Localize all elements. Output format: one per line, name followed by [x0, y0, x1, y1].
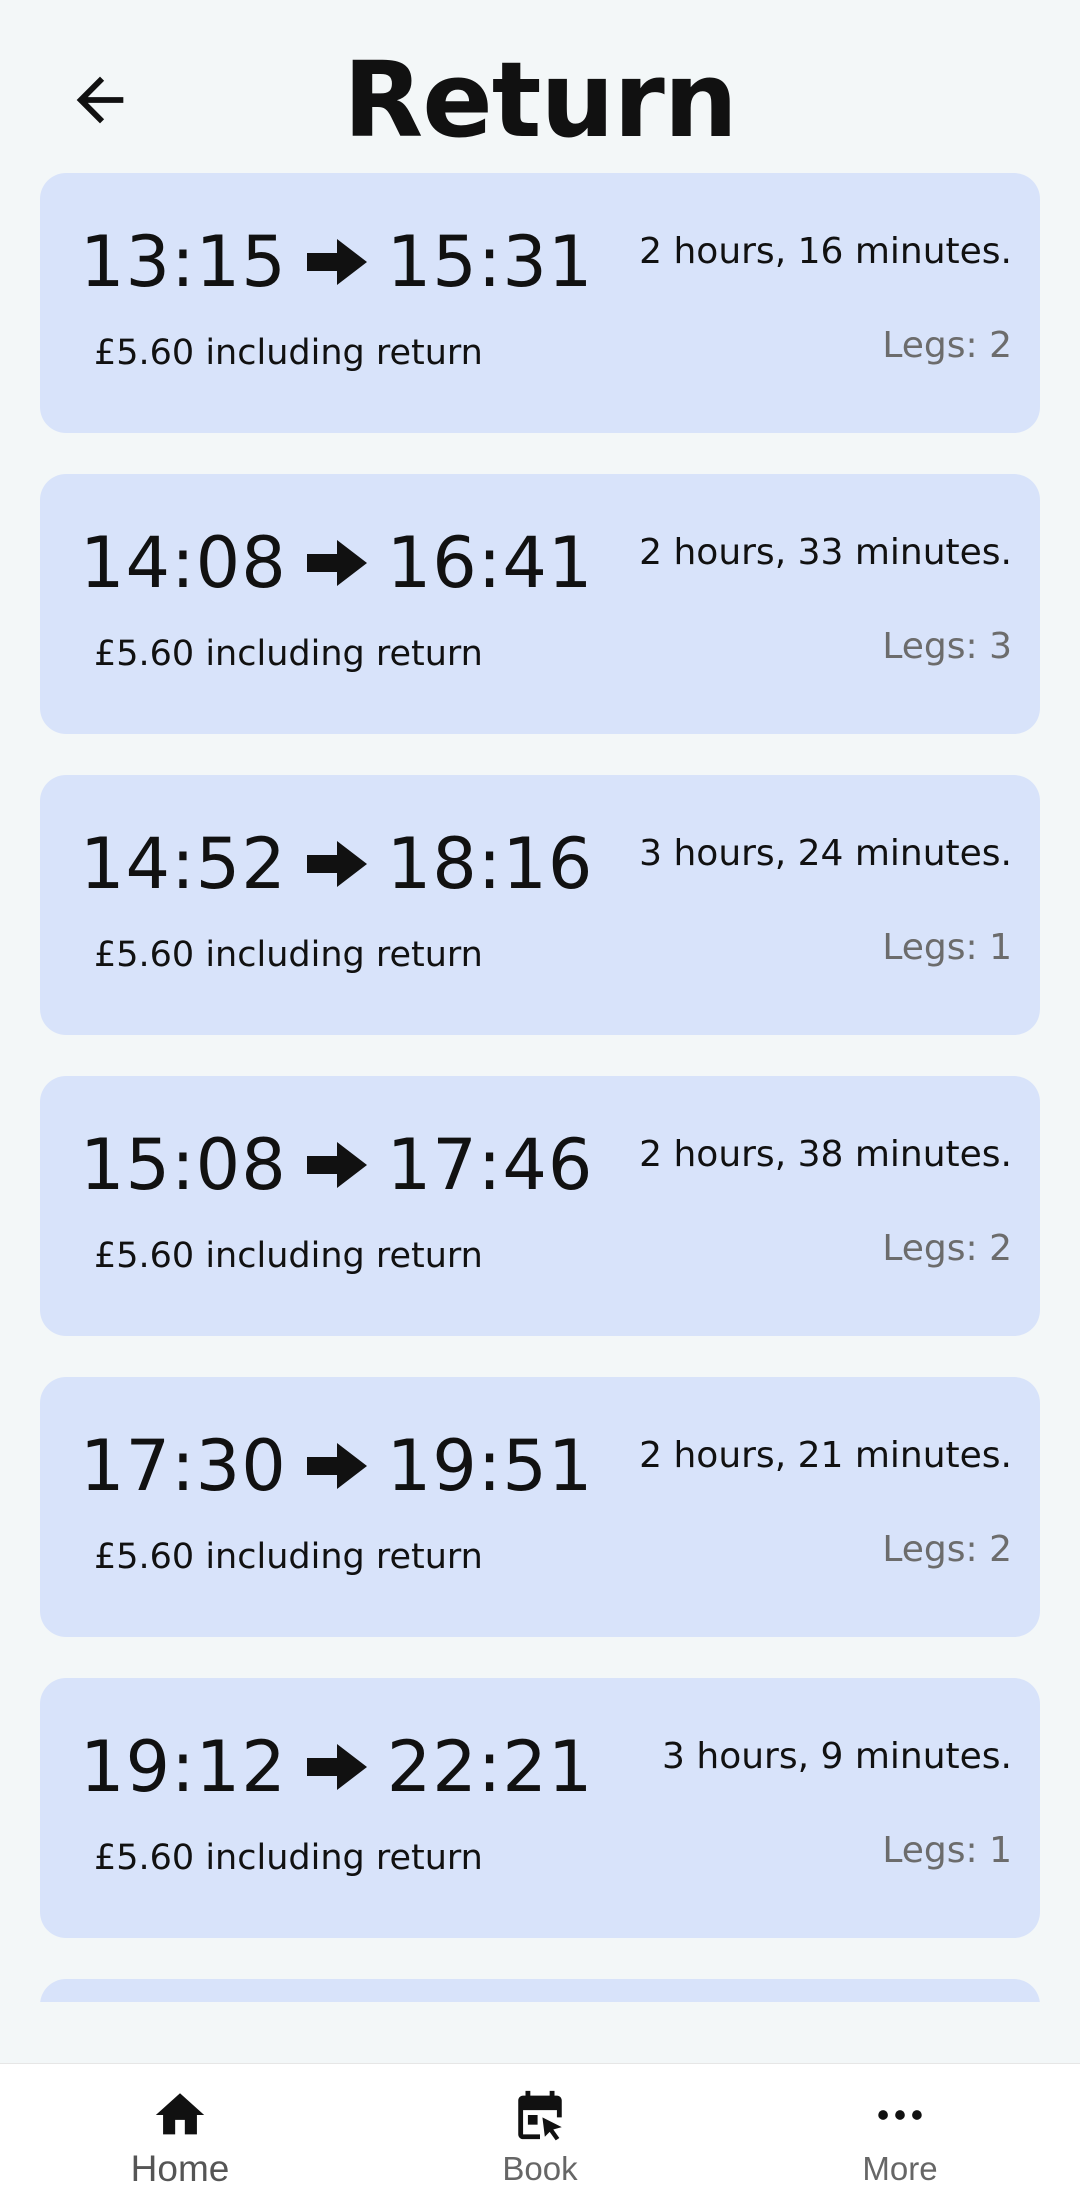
- arrow-right-icon: [306, 540, 367, 586]
- depart-time: 19:12: [80, 1726, 287, 1808]
- journey-price: £5.60 including return: [94, 634, 483, 674]
- nav-home-label: Home: [130, 2148, 230, 2189]
- home-icon: [155, 2093, 205, 2135]
- bottom-navigation: Home Book More: [0, 2063, 1080, 2210]
- arrow-right-icon: [306, 239, 367, 285]
- journey-price: £5.60 including return: [94, 935, 483, 975]
- nav-home[interactable]: Home: [0, 2064, 360, 2210]
- journey-times: 13:15 15:31: [80, 221, 593, 303]
- arrive-time: 18:16: [386, 823, 594, 905]
- journey-duration: 3 hours, 24 minutes.: [639, 833, 1012, 874]
- journey-times: 17:30 19:51: [80, 1425, 593, 1507]
- depart-time: 13:15: [80, 221, 287, 303]
- arrow-right-icon: [306, 1443, 367, 1489]
- depart-time: 17:30: [80, 1425, 287, 1507]
- depart-time: 15:08: [80, 1124, 287, 1206]
- journey-list[interactable]: 13:15 15:31 2 hours, 16 minutes. £5.60 i…: [0, 170, 1080, 2002]
- journey-card[interactable]: 17:30 19:51 2 hours, 21 minutes. £5.60 i…: [40, 1377, 1040, 1637]
- journey-duration: 2 hours, 38 minutes.: [639, 1134, 1012, 1175]
- page-title: Return: [343, 39, 738, 161]
- journey-times: 15:08 17:46: [80, 1124, 593, 1206]
- arrow-right-icon: [306, 1744, 367, 1790]
- journey-card[interactable]: 19:12 22:21 3 hours, 9 minutes. £5.60 in…: [40, 1678, 1040, 1938]
- journey-legs: Legs: 2: [882, 1529, 1012, 1570]
- journey-times: 14:08 16:41: [80, 522, 593, 604]
- nav-book[interactable]: Book: [360, 2064, 720, 2210]
- journey-legs: Legs: 3: [882, 626, 1012, 667]
- nav-more[interactable]: More: [720, 2064, 1080, 2210]
- journey-card[interactable]: 15:08 17:46 2 hours, 38 minutes. £5.60 i…: [40, 1076, 1040, 1336]
- journey-legs: Legs: 1: [882, 1830, 1012, 1871]
- depart-time: 14:08: [80, 522, 287, 604]
- journey-duration: 2 hours, 21 minutes.: [639, 1435, 1012, 1476]
- journey-legs: Legs: 1: [882, 927, 1012, 968]
- arrive-time: 16:41: [386, 522, 594, 604]
- depart-time: 14:52: [80, 823, 287, 905]
- nav-book-label: Book: [502, 2150, 578, 2187]
- journey-duration: 2 hours, 33 minutes.: [639, 532, 1012, 573]
- more-dots-icon: [878, 2110, 922, 2120]
- journey-times: 14:52 18:16: [80, 823, 593, 905]
- journey-price: £5.60 including return: [94, 1537, 483, 1577]
- journey-card[interactable]: 14:08 16:41 2 hours, 33 minutes. £5.60 i…: [40, 474, 1040, 734]
- journey-duration: 2 hours, 16 minutes.: [639, 231, 1012, 272]
- arrow-right-icon: [306, 841, 367, 887]
- journey-legs: Legs: 2: [882, 1228, 1012, 1269]
- journey-price: £5.60 including return: [94, 1236, 483, 1276]
- journey-duration: 3 hours, 9 minutes.: [662, 1736, 1012, 1777]
- arrive-time: 22:21: [386, 1726, 594, 1808]
- journey-times: 19:12 22:21: [80, 1726, 593, 1808]
- journey-legs: Legs: 2: [882, 325, 1012, 366]
- arrive-time: 19:51: [386, 1425, 594, 1507]
- app-header: Return: [0, 0, 1080, 170]
- arrive-time: 17:46: [386, 1124, 594, 1206]
- nav-more-label: More: [862, 2150, 938, 2187]
- calendar-icon: [518, 2090, 562, 2141]
- journey-price: £5.60 including return: [94, 1838, 483, 1878]
- journey-card[interactable]: 14:52 18:16 3 hours, 24 minutes. £5.60 i…: [40, 775, 1040, 1035]
- journey-card-partial[interactable]: [40, 1979, 1040, 2002]
- journey-price: £5.60 including return: [94, 333, 483, 373]
- journey-card[interactable]: 13:15 15:31 2 hours, 16 minutes. £5.60 i…: [40, 173, 1040, 433]
- arrive-time: 15:31: [386, 221, 594, 303]
- arrow-right-icon: [306, 1142, 367, 1188]
